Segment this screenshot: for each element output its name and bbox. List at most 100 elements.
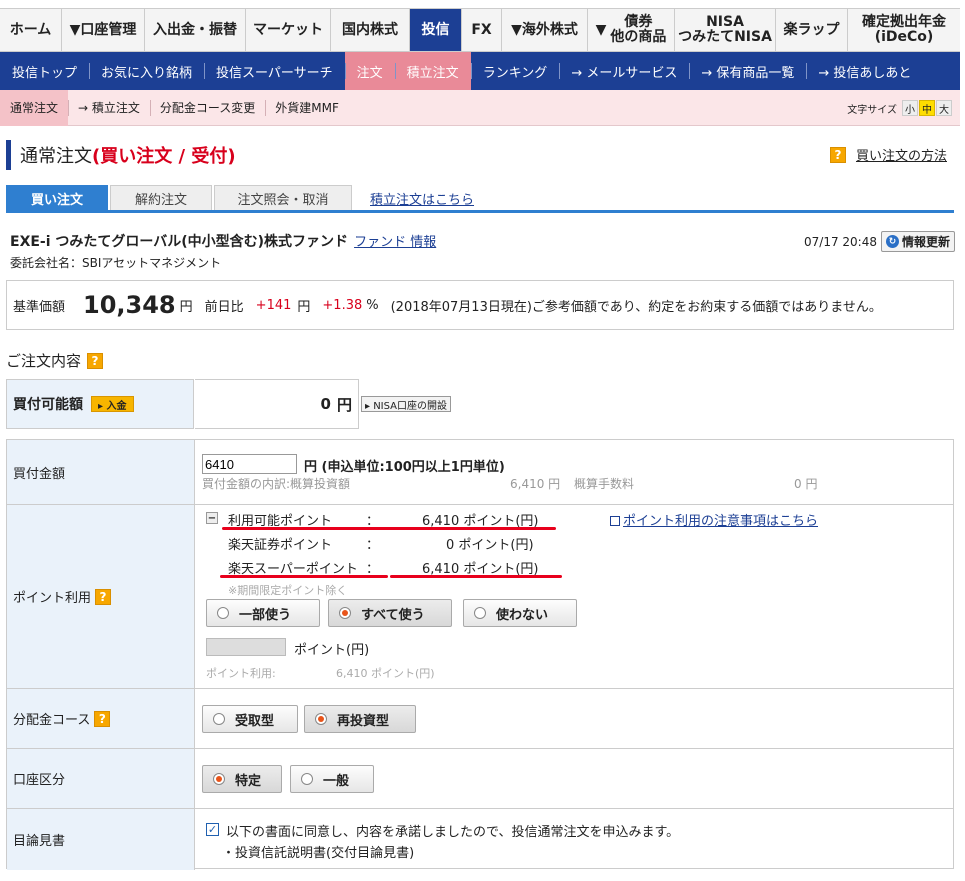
prospectus-agree-checkbox[interactable]: ✓ <box>206 823 219 836</box>
font-size-large[interactable]: 大 <box>936 100 952 116</box>
radio-dot <box>301 773 313 785</box>
order-tabs: 買い注文 解約注文 注文照会・取消 積立注文はこちら <box>6 184 474 211</box>
subnav-reserve-order[interactable]: 積立注文 <box>394 52 471 90</box>
breakdown-label: 買付金額の内訳:概算投資額 <box>202 477 351 491</box>
amount-input[interactable] <box>202 454 297 474</box>
nisa-open-button[interactable]: ▸ NISA口座の開設 <box>361 396 452 412</box>
help-icon[interactable]: ? <box>87 352 104 369</box>
nav-fx[interactable]: FX <box>462 9 502 51</box>
font-size-selector: 文字サイズ 小 中 大 <box>847 100 952 116</box>
points-option-all[interactable]: すべて使う <box>328 599 452 627</box>
thirdnav-reserve-order[interactable]: → 積立注文 <box>68 90 150 126</box>
nav-domestic-stocks[interactable]: 国内株式 <box>331 9 410 51</box>
points-input-unit: ポイント(円) <box>294 643 370 658</box>
nav-account[interactable]: ▼口座管理 <box>62 9 145 51</box>
help-icon[interactable]: ? <box>94 710 111 727</box>
change-unit: 円 <box>297 299 311 315</box>
subnav-funds-top[interactable]: 投信トップ <box>0 52 89 90</box>
dividend-option-reinvest-label: 再投資型 <box>337 713 390 729</box>
subnav-footprints[interactable]: → 投信あしあと <box>806 52 923 90</box>
price-box: 基準価額 10,348 円 前日比 +141 円 +1.38 % (2018年0… <box>6 280 954 330</box>
order-subnav: 通常注文 → 積立注文 分配金コース変更 外貨建MMF 文字サイズ 小 中 大 <box>0 89 960 126</box>
dividend-option-reinvest[interactable]: 再投資型 <box>304 705 416 733</box>
thirdnav-dividend-change[interactable]: 分配金コース変更 <box>149 90 265 126</box>
collapse-icon[interactable]: − <box>206 512 218 524</box>
page-title: 通常注文 (買い注文 / 受付) <box>6 140 236 170</box>
points-notice-text: ポイント利用の注意事項はこちら <box>623 514 819 529</box>
refresh-button[interactable]: ↻ 情報更新 <box>880 231 955 252</box>
prospectus-label: 目論見書 <box>7 809 195 870</box>
points-usage-label: ポイント利用: <box>206 667 276 680</box>
nav-bonds-other[interactable]: ▼ 債券 他の商品 <box>588 9 675 51</box>
nav-funds[interactable]: 投信 <box>410 9 462 51</box>
thirdnav-foreign-mmf[interactable]: 外貨建MMF <box>265 90 349 126</box>
highlight-underline <box>222 527 556 530</box>
fee-label: 概算手数料 <box>574 477 635 491</box>
subnav-order[interactable]: 注文 <box>344 52 395 90</box>
deposit-button[interactable]: ▸ 入金 <box>91 396 134 412</box>
prospectus-cell: ✓ 以下の書面に同意し、内容を承諾しましたので、投信通常注文を申込みます。 ・投… <box>196 809 953 870</box>
nav-home[interactable]: ホーム <box>0 9 62 51</box>
font-size-medium[interactable]: 中 <box>919 100 935 116</box>
tab-order-inquiry[interactable]: 注文照会・取消 <box>214 185 352 211</box>
order-form-table: 買付金額 円 (申込単位:100円以上1円単位) 買付金額の内訳:概算投資額 6… <box>6 439 954 870</box>
points-option-partial[interactable]: 一部使う <box>206 599 320 627</box>
subnav-holdings[interactable]: → 保有商品一覧 <box>689 52 806 90</box>
points-option-all-label: すべて使う <box>361 607 425 623</box>
font-size-label: 文字サイズ <box>847 104 897 116</box>
help-icon[interactable]: ? <box>95 588 112 605</box>
points-option-none[interactable]: 使わない <box>463 599 577 627</box>
prospectus-row: 目論見書 ✓ 以下の書面に同意し、内容を承諾しましたので、投信通常注文を申込みま… <box>7 808 953 870</box>
nav-rakuwrap[interactable]: 楽ラップ <box>776 9 848 51</box>
fund-info-link[interactable]: ファンド 情報 <box>354 235 436 250</box>
radio-dot <box>474 607 486 619</box>
buy-order-howto-link[interactable]: 買い注文の方法 <box>856 145 947 164</box>
tab-buy-order[interactable]: 買い注文 <box>6 185 108 211</box>
amount-cell: 円 (申込単位:100円以上1円単位) 買付金額の内訳:概算投資額 6,410 … <box>196 440 953 504</box>
nav-ideco[interactable]: 確定拠出年金 (iDeCo) <box>848 9 960 51</box>
points-notice-link[interactable]: ポイント利用の注意事項はこちら <box>610 510 818 529</box>
font-size-small[interactable]: 小 <box>902 100 918 116</box>
account-row: 口座区分 特定 一般 <box>7 748 953 808</box>
limited-points-note: ※期間限定ポイント除く <box>228 584 348 597</box>
tab-underline <box>6 210 954 213</box>
amount-label: 買付金額 <box>7 440 195 504</box>
fund-name-row: EXE-i つみたてグローバル(中小型含む)株式ファンド ファンド 情報 <box>10 231 436 251</box>
fund-company: 委託会社名：SBIアセットマネジメント <box>10 256 222 270</box>
dividend-row: 分配金コース ? 受取型 再投資型 <box>7 688 953 748</box>
highlight-underline <box>390 575 562 578</box>
nav-nisa[interactable]: NISA つみたてNISA <box>675 9 776 51</box>
subnav-mail-service[interactable]: → メールサービス <box>559 52 689 90</box>
nav-market[interactable]: マーケット <box>246 9 331 51</box>
points-option-none-label: 使わない <box>496 607 549 623</box>
tab-sell-order[interactable]: 解約注文 <box>110 185 212 211</box>
updated-timestamp: 07/17 20:48 <box>804 234 877 249</box>
thirdnav-normal-order[interactable]: 通常注文 <box>0 89 69 126</box>
subnav-super-search[interactable]: 投信スーパーサーチ <box>204 52 345 90</box>
reserve-order-link[interactable]: 積立注文はこちら <box>370 185 474 211</box>
points-amount-input[interactable] <box>206 638 286 656</box>
rakuten-sec-points-sep: ： <box>366 538 380 553</box>
account-option-specific[interactable]: 特定 <box>202 765 282 793</box>
dividend-label-cell: 分配金コース ? <box>7 689 195 748</box>
rakuten-sec-points-label: 楽天証券ポイント <box>228 538 333 553</box>
radio-dot-selected <box>339 607 351 619</box>
nav-foreign-stocks[interactable]: ▼海外株式 <box>502 9 588 51</box>
help-icon[interactable]: ? <box>829 146 846 163</box>
account-option-general[interactable]: 一般 <box>290 765 374 793</box>
available-label: 買付可能額 <box>13 397 83 413</box>
prospectus-agree-text: 以下の書面に同意し、内容を承諾しましたので、投信通常注文を申込みます。 <box>226 825 680 840</box>
dividend-option-receive[interactable]: 受取型 <box>202 705 298 733</box>
radio-dot-selected <box>315 713 327 725</box>
subnav-ranking[interactable]: ランキング <box>470 52 560 90</box>
dividend-option-receive-label: 受取型 <box>235 713 275 729</box>
nav-price-unit: 円 <box>179 299 193 315</box>
update-area: 07/17 20:48 ↻ 情報更新 <box>804 231 955 252</box>
nav-deposit-transfer[interactable]: 入出金・振替 <box>145 9 246 51</box>
global-nav: ホーム ▼口座管理 入出金・振替 マーケット 国内株式 投信 FX ▼海外株式 … <box>0 8 960 52</box>
available-row: 買付可能額 ▸ 入金 0 円 ▸ NISA口座の開設 <box>6 379 954 429</box>
fund-name: EXE-i つみたてグローバル(中小型含む)株式ファンド <box>10 234 349 250</box>
subnav-favorites[interactable]: お気に入り銘柄 <box>89 52 204 90</box>
nav-bonds-label: 債券 他の商品 <box>610 14 667 45</box>
dividend-label: 分配金コース <box>13 713 91 728</box>
